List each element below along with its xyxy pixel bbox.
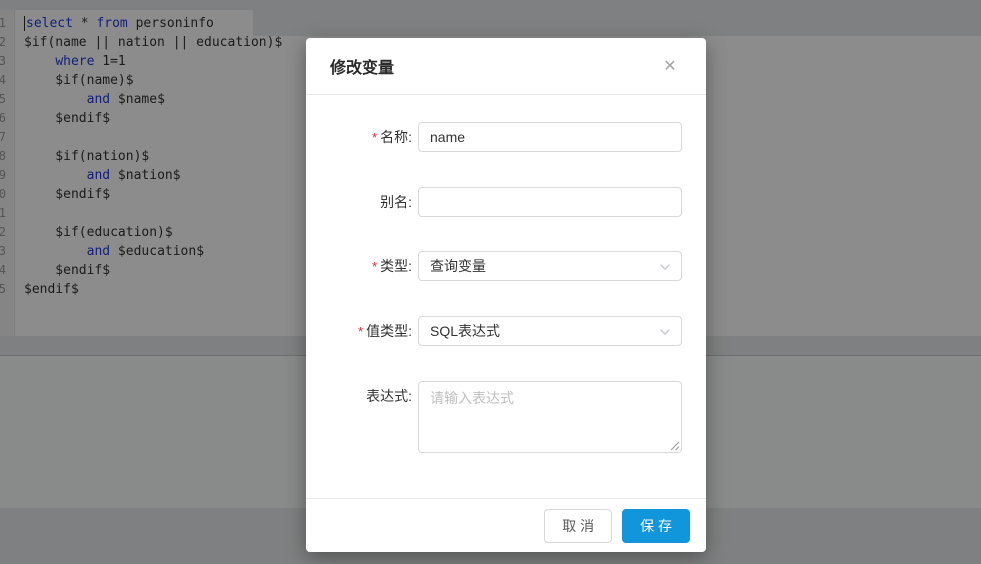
app-screen: 123456789101112131415 select * from pers… <box>0 0 981 564</box>
form-row-value-type: * 值类型: SQL表达式 <box>306 316 682 347</box>
form-row-name: * 名称: <box>306 122 682 153</box>
chevron-down-icon <box>660 264 670 270</box>
required-asterisk: * <box>358 324 364 339</box>
required-asterisk: * <box>372 130 378 145</box>
form-row-type: * 类型: 查询变量 <box>306 251 682 282</box>
alias-input[interactable] <box>418 187 682 217</box>
modal-body: *名称: 别名: *类型: 查 <box>306 95 706 487</box>
expression-label: 表达式: <box>366 388 412 404</box>
name-input[interactable] <box>418 122 682 152</box>
form-row-expression: 表达式: <box>306 381 682 453</box>
type-select[interactable]: 查询变量 <box>418 251 682 281</box>
name-label: * 名称: <box>372 129 412 145</box>
chevron-down-icon <box>660 329 670 335</box>
edit-variable-modal: 修改变量 ✕ *名称: 别名: <box>306 38 706 552</box>
alias-label: 别名: <box>380 194 412 210</box>
close-icon[interactable]: ✕ <box>650 38 690 95</box>
value-type-select[interactable]: SQL表达式 <box>418 316 682 346</box>
modal-header: 修改变量 ✕ <box>306 38 706 95</box>
modal-title: 修改变量 <box>330 60 395 77</box>
save-button[interactable]: 保 存 <box>622 508 690 543</box>
type-label: * 类型: <box>372 258 412 274</box>
modal-footer: 取 消 保 存 <box>306 498 706 552</box>
value-type-label: * 值类型: <box>358 323 412 339</box>
type-select-value: 查询变量 <box>430 258 486 274</box>
value-type-select-value: SQL表达式 <box>430 323 501 339</box>
cancel-button[interactable]: 取 消 <box>544 508 613 543</box>
required-asterisk: * <box>372 259 378 274</box>
expression-textarea[interactable] <box>418 381 682 453</box>
form-row-alias: 别名: <box>306 187 682 217</box>
